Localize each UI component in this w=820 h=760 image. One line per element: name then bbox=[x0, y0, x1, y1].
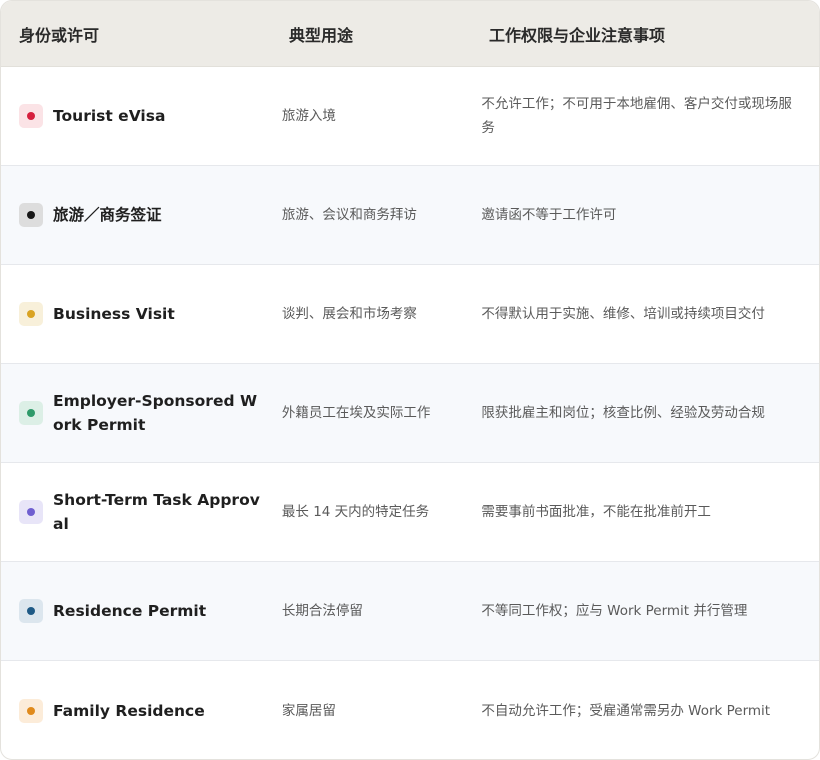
header-status: 身份或许可 bbox=[19, 25, 100, 45]
table-row: Tourist eVisa 旅游入境 不允许工作；不可用于本地雇佣、客户交付或现… bbox=[1, 67, 819, 166]
header-notes: 工作权限与企业注意事项 bbox=[489, 25, 666, 45]
dot bbox=[27, 508, 35, 516]
typical-use: 旅游、会议和商务拜访 bbox=[281, 207, 417, 223]
typical-use: 长期合法停留 bbox=[281, 603, 363, 619]
header-use: 典型用途 bbox=[289, 25, 354, 45]
status-dot-icon bbox=[19, 302, 43, 326]
table-row: 旅游／商务签证 旅游、会议和商务拜访 邀请函不等于工作许可 bbox=[1, 166, 819, 265]
status-cell: Short-Term Task Approval bbox=[1, 488, 264, 536]
work-note: 不允许工作；不可用于本地雇佣、客户交付或现场服务 bbox=[481, 96, 792, 136]
status-dot-icon bbox=[19, 401, 43, 425]
status-cell: Employer-Sponsored Work Permit bbox=[1, 389, 264, 437]
status-name: 旅游／商务签证 bbox=[53, 206, 162, 224]
dot bbox=[27, 706, 35, 715]
status-name: Residence Permit bbox=[53, 602, 207, 620]
status-cell: Family Residence bbox=[1, 698, 264, 723]
status-cell: 旅游／商务签证 bbox=[1, 203, 264, 227]
status-name: Business Visit bbox=[53, 305, 175, 323]
status-dot-icon bbox=[19, 500, 43, 524]
typical-use: 旅游入境 bbox=[281, 108, 336, 124]
status-name: Short-Term Task Approval bbox=[53, 491, 260, 533]
table-row: Family Residence 家属居留 不自动允许工作；受雇通常需另办 Wo… bbox=[1, 661, 819, 759]
status-dot-icon bbox=[19, 104, 43, 128]
typical-use: 家属居留 bbox=[281, 702, 336, 719]
status-name: Tourist eVisa bbox=[53, 107, 166, 125]
table-header: 身份或许可 典型用途 工作权限与企业注意事项 bbox=[1, 1, 819, 67]
work-note: 邀请函不等于工作许可 bbox=[481, 207, 617, 223]
table-row: Residence Permit 长期合法停留 不等同工作权；应与 Work P… bbox=[1, 562, 819, 661]
work-note: 需要事前书面批准，不能在批准前开工 bbox=[481, 504, 711, 520]
typical-use: 谈判、展会和市场考察 bbox=[281, 306, 417, 322]
dot bbox=[27, 112, 35, 120]
dot bbox=[27, 607, 35, 615]
work-note: 不自动允许工作；受雇通常需另办 Work Permit bbox=[481, 702, 771, 719]
table-row: Business Visit 谈判、展会和市场考察 不得默认用于实施、维修、培训… bbox=[1, 265, 819, 364]
table-row: Employer-Sponsored Work Permit 外籍员工在埃及实际… bbox=[1, 364, 819, 463]
dot bbox=[27, 211, 35, 219]
status-name: Family Residence bbox=[53, 701, 205, 720]
typical-use: 外籍员工在埃及实际工作 bbox=[281, 405, 431, 421]
work-note: 限获批雇主和岗位；核查比例、经验及劳动合规 bbox=[481, 405, 765, 421]
dot bbox=[27, 310, 35, 318]
status-dot-icon bbox=[19, 599, 43, 623]
status-dot-icon bbox=[19, 698, 43, 723]
typical-use: 最长 14 天内的特定任务 bbox=[281, 504, 430, 520]
status-cell: Residence Permit bbox=[1, 599, 264, 623]
work-note: 不等同工作权；应与 Work Permit 并行管理 bbox=[481, 603, 748, 619]
work-note: 不得默认用于实施、维修、培训或持续项目交付 bbox=[481, 306, 765, 322]
status-cell: Tourist eVisa bbox=[1, 104, 264, 128]
permit-table: 身份或许可 典型用途 工作权限与企业注意事项 Tourist eVisa 旅游入… bbox=[0, 0, 820, 760]
status-dot-icon bbox=[19, 203, 43, 227]
dot bbox=[27, 409, 35, 417]
table-row: Short-Term Task Approval 最长 14 天内的特定任务 需… bbox=[1, 463, 819, 562]
status-name: Employer-Sponsored Work Permit bbox=[53, 392, 258, 434]
status-cell: Business Visit bbox=[1, 302, 264, 326]
